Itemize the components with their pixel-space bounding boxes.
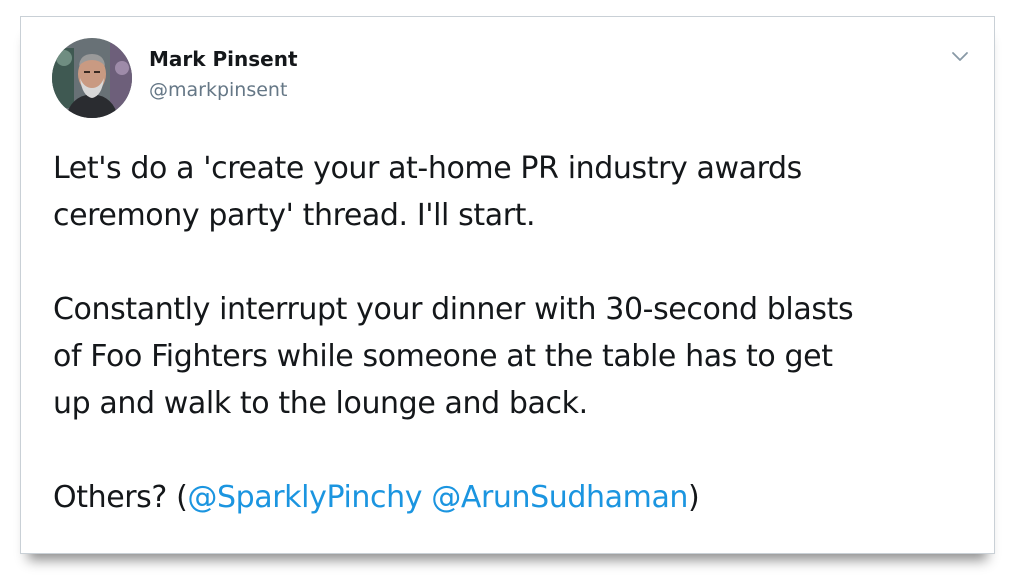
author-name[interactable]: Mark Pinsent: [149, 47, 298, 71]
closing-paren: ): [688, 480, 700, 515]
tweet-line: up and walk to the lounge and back.: [53, 386, 588, 421]
tweet-card: Mark Pinsent @markpinsent Let's do a 'cr…: [20, 16, 995, 554]
mention-separator: [422, 480, 431, 515]
tweet-line: Constantly interrupt your dinner with 30…: [53, 292, 854, 327]
tweet-text: Let's do a 'create your at-home PR indus…: [53, 145, 983, 521]
tweet-line: Let's do a 'create your at-home PR indus…: [53, 151, 802, 186]
avatar-image: [52, 38, 132, 118]
others-text: Others? (: [53, 480, 188, 515]
paragraph-break: [53, 239, 983, 286]
tweet-line: ceremony party' thread. I'll start.: [53, 198, 536, 233]
author-handle[interactable]: @markpinsent: [149, 79, 287, 101]
tweet-line: of Foo Fighters while someone at the tab…: [53, 339, 833, 374]
paragraph-break: [53, 427, 983, 474]
mention-sparklypinchy[interactable]: @SparklyPinchy: [187, 480, 422, 515]
tweet-line: Others? (@SparklyPinchy @ArunSudhaman): [53, 474, 983, 521]
avatar[interactable]: [52, 38, 132, 118]
chevron-down-icon[interactable]: [949, 49, 971, 65]
mention-arunsudhaman[interactable]: @ArunSudhaman: [431, 480, 688, 515]
